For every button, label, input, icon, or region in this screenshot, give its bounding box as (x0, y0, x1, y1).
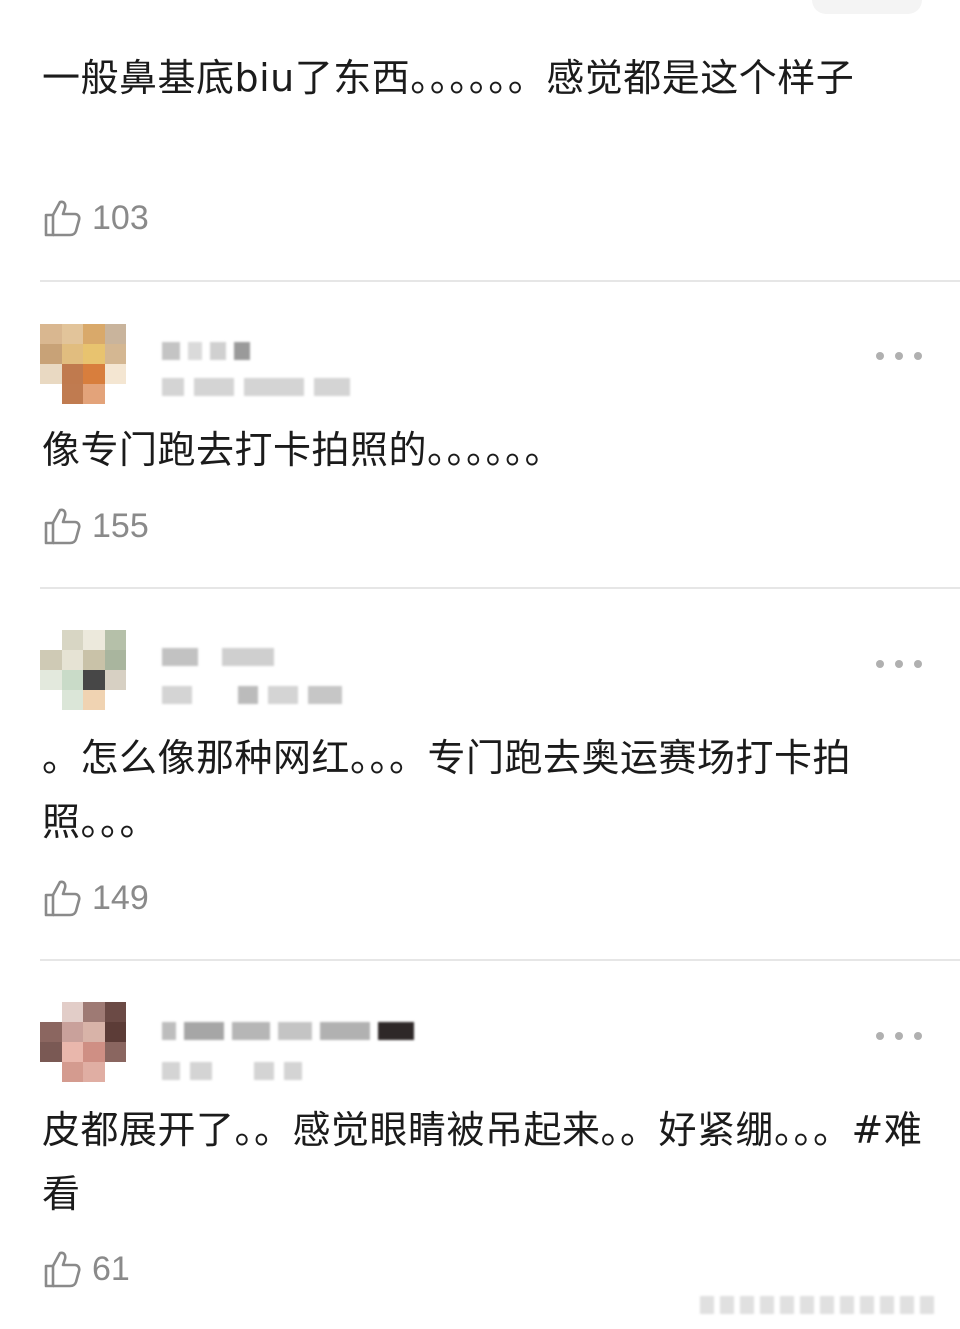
like-button[interactable]: 149 (42, 876, 149, 920)
comment-text: 一般鼻基底biu了东西。。。。。。感觉都是这个样子 (42, 56, 855, 100)
thumbs-up-icon (44, 880, 81, 917)
like-count: 61 (92, 1249, 130, 1288)
more-options-button[interactable] (876, 652, 922, 676)
avatar[interactable] (40, 324, 126, 404)
comment-divider (40, 959, 960, 961)
thumbs-up-icon (44, 1251, 81, 1288)
more-options-button[interactable] (876, 1024, 922, 1048)
username[interactable] (162, 648, 274, 666)
like-count: 155 (92, 506, 149, 545)
like-button[interactable]: 103 (42, 196, 149, 240)
comment-text: 皮都展开了。。感觉眼睛被吊起来。。好紧绷。。。#难看 (42, 1108, 923, 1216)
comment-text: 。怎么像那种网红。。。专门跑去奥运赛场打卡拍照。。。 (42, 736, 852, 844)
like-button[interactable]: 155 (42, 504, 149, 548)
username[interactable] (162, 342, 250, 360)
comment-divider (40, 587, 960, 589)
avatar[interactable] (40, 1002, 126, 1082)
like-button[interactable]: 61 (42, 1247, 130, 1291)
comment-divider (40, 280, 960, 282)
thumbs-up-icon (44, 200, 81, 237)
username[interactable] (162, 1022, 414, 1040)
watermark (700, 1290, 952, 1320)
more-dots-icon (876, 1032, 884, 1040)
top-partial-button[interactable] (812, 0, 922, 14)
more-dots-icon (876, 352, 884, 360)
avatar[interactable] (40, 630, 126, 710)
more-options-button[interactable] (876, 344, 922, 368)
thumbs-up-icon (44, 508, 81, 545)
comment-meta (162, 1062, 302, 1080)
more-dots-icon (876, 660, 884, 668)
comment-text: 像专门跑去打卡拍照的。。。。。。 (42, 428, 564, 472)
like-count: 149 (92, 878, 149, 917)
comment-meta (162, 378, 350, 396)
like-count: 103 (92, 198, 149, 237)
comment-meta (162, 686, 342, 704)
